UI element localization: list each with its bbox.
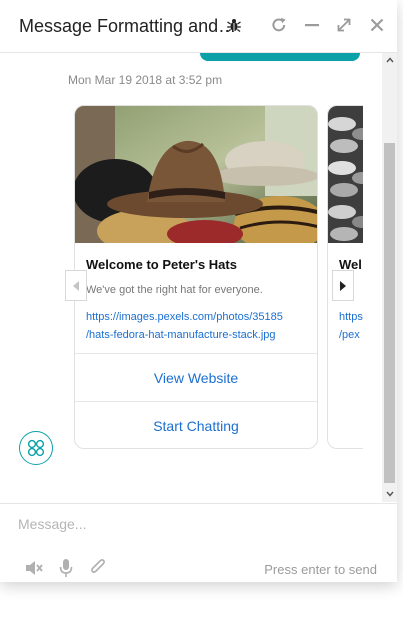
card-link-line[interactable]: https://images.pexels.com/photos/35185	[86, 308, 308, 326]
carousel-prev-button[interactable]	[65, 270, 87, 301]
card-link-line[interactable]: /hats-fedora-hat-manufacture-stack.jpg	[86, 326, 308, 344]
card-image	[328, 106, 363, 243]
card-link[interactable]: https://images.pexels.com/photos/35185 /…	[86, 308, 308, 344]
message-composer: Press enter to send	[0, 503, 397, 582]
paperclip-icon[interactable]	[87, 557, 109, 579]
message-input[interactable]	[18, 512, 348, 536]
apps-button[interactable]	[19, 431, 53, 465]
carousel-next-button[interactable]	[332, 270, 354, 301]
window-title: Message Formatting and…	[19, 16, 237, 36]
start-chatting-button[interactable]: Start Chatting	[75, 401, 317, 448]
card-link[interactable]: https: /pex	[339, 308, 363, 344]
bug-icon[interactable]	[223, 14, 245, 36]
card-title: Welcome to Peter's Hats	[86, 257, 237, 272]
expand-icon[interactable]	[333, 14, 355, 36]
scrollbar[interactable]	[382, 53, 397, 502]
refresh-icon[interactable]	[268, 14, 290, 36]
card-image	[75, 106, 317, 243]
message-timestamp: Mon Mar 19 2018 at 3:52 pm	[68, 73, 223, 87]
mute-icon[interactable]	[23, 557, 45, 579]
chevron-down-icon	[385, 491, 394, 497]
sent-message-bubble	[200, 53, 360, 61]
view-website-button[interactable]: View Website	[75, 353, 317, 401]
minimize-icon[interactable]	[301, 14, 323, 36]
chat-widget: Message Formatting and… Mon Mar 19 2018 …	[0, 0, 397, 582]
scroll-thumb[interactable]	[384, 143, 395, 483]
microphone-icon[interactable]	[55, 557, 77, 579]
chevron-right-icon	[340, 280, 346, 291]
scroll-down-button[interactable]	[382, 487, 397, 501]
card-link-line[interactable]: https:	[339, 308, 363, 326]
carousel-card: Welcome to Peter's Hats We've got the ri…	[74, 105, 318, 449]
scroll-up-button[interactable]	[382, 53, 397, 67]
card-carousel: Welcome to Peter's Hats We've got the ri…	[74, 105, 363, 501]
card-link-line[interactable]: /pex	[339, 326, 363, 344]
send-hint: Press enter to send	[264, 562, 377, 577]
message-list[interactable]: Mon Mar 19 2018 at 3:52 pm Welcome to Pe…	[0, 53, 382, 502]
close-icon[interactable]	[366, 14, 388, 36]
chat-header: Message Formatting and…	[0, 0, 397, 53]
card-subtitle: We've got the right hat for everyone.	[86, 284, 263, 296]
chevron-left-icon	[73, 280, 79, 291]
apps-icon	[27, 439, 45, 457]
chevron-up-icon	[385, 57, 394, 63]
